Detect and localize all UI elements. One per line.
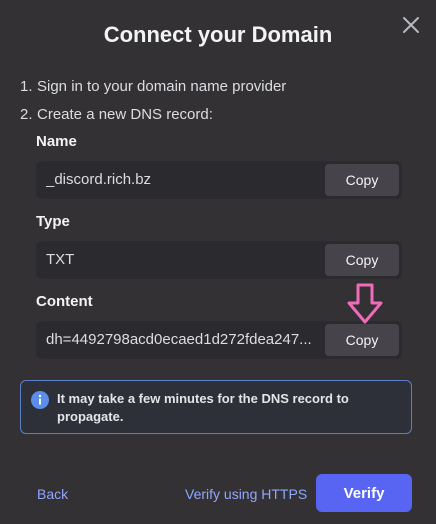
type-field: TXT Copy bbox=[36, 241, 402, 279]
info-notice: It may take a few minutes for the DNS re… bbox=[20, 380, 412, 434]
content-field: dh=4492798acd0ecaed1d272fdea247... Copy bbox=[36, 321, 402, 359]
back-button[interactable]: Back bbox=[37, 486, 68, 502]
dialog-title: Connect your Domain bbox=[103, 22, 333, 47]
copy-content-button[interactable]: Copy bbox=[325, 324, 399, 356]
instruction-steps: 1. Sign in to your domain name provider … bbox=[20, 72, 286, 128]
step-number: 2. bbox=[20, 105, 33, 123]
verify-button[interactable]: Verify bbox=[316, 474, 412, 512]
content-label: Content bbox=[36, 293, 93, 310]
type-label: Type bbox=[36, 213, 70, 230]
copy-type-button[interactable]: Copy bbox=[325, 244, 399, 276]
verify-https-button[interactable]: Verify using HTTPS bbox=[185, 486, 307, 502]
notice-text: It may take a few minutes for the DNS re… bbox=[57, 391, 349, 424]
content-value[interactable]: dh=4492798acd0ecaed1d272fdea247... bbox=[46, 321, 316, 359]
step-text: Sign in to your domain name provider bbox=[37, 77, 287, 95]
step-item: 1. Sign in to your domain name provider bbox=[20, 72, 286, 100]
info-icon bbox=[31, 391, 49, 409]
name-label: Name bbox=[36, 133, 77, 150]
step-item: 2. Create a new DNS record: bbox=[20, 100, 286, 128]
connect-domain-dialog: Connect your Domain 1. Sign in to your d… bbox=[0, 0, 436, 524]
pink-down-arrow-icon bbox=[345, 283, 385, 325]
step-number: 1. bbox=[20, 77, 33, 95]
step-text: Create a new DNS record: bbox=[37, 105, 213, 123]
type-value[interactable]: TXT bbox=[46, 241, 316, 279]
name-value[interactable]: _discord.rich.bz bbox=[46, 161, 316, 199]
copy-name-button[interactable]: Copy bbox=[325, 164, 399, 196]
name-field: _discord.rich.bz Copy bbox=[36, 161, 402, 199]
